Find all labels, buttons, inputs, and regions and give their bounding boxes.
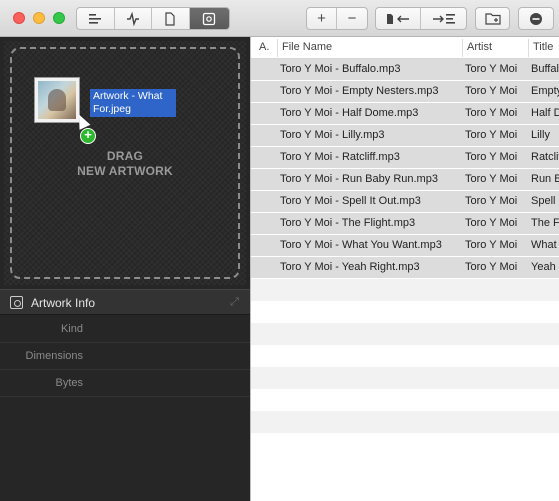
table-row[interactable]: Toro Y Moi - Ratcliff.mp3 Toro Y Moi Ratcl…: [251, 147, 559, 169]
artwork-panel: Artwork - What For.jpeg + DRAG NEW ARTWO…: [0, 37, 250, 501]
cell-file-name: Toro Y Moi - Spell It Out.mp3: [280, 195, 421, 207]
minus-circle-icon: [519, 8, 553, 29]
empty-row: [251, 345, 559, 367]
cell-artist: Toro Y Moi: [465, 129, 518, 141]
empty-row: [251, 389, 559, 411]
empty-row: [251, 279, 559, 301]
cell-artist: Toro Y Moi: [465, 63, 518, 75]
cell-artist: Toro Y Moi: [465, 107, 518, 119]
add-button[interactable]: +: [307, 8, 338, 29]
table-row[interactable]: Toro Y Moi - Buffalo.mp3 Toro Y Moi Buffal…: [251, 59, 559, 81]
drag-line-1: DRAG: [106, 149, 144, 163]
cell-title: Lilly: [531, 129, 550, 141]
table-row[interactable]: Toro Y Moi - Empty Nesters.mp3 Toro Y Moi…: [251, 81, 559, 103]
table-row[interactable]: Toro Y Moi - Spell It Out.mp3 Toro Y Moi S…: [251, 191, 559, 213]
cell-file-name: Toro Y Moi - Buffalo.mp3: [280, 63, 401, 75]
table-header: A. File Name Artist Title: [251, 37, 559, 59]
align-left-icon[interactable]: [77, 8, 115, 29]
cell-title: Run Baby Run: [531, 173, 559, 185]
cell-file-name: Toro Y Moi - The Flight.mp3: [280, 217, 416, 229]
column-separator[interactable]: [528, 39, 529, 57]
file-table: A. File Name Artist Title Toro Y Moi - B…: [250, 37, 559, 501]
cell-file-name: Toro Y Moi - Run Baby Run.mp3: [280, 173, 438, 185]
zoom-window-button[interactable]: [53, 12, 65, 24]
cell-artist: Toro Y Moi: [465, 151, 518, 163]
info-row-bytes: Bytes: [0, 370, 250, 397]
cell-file-name: Toro Y Moi - Yeah Right.mp3: [280, 261, 420, 273]
info-label-dimensions: Dimensions: [25, 350, 83, 362]
add-remove-segmented-control: + −: [306, 7, 368, 30]
cell-title: Ratcliff: [531, 151, 559, 163]
column-header-title[interactable]: Title: [533, 41, 553, 53]
cell-title: Spell It Out: [531, 195, 559, 207]
info-row-kind: Kind: [0, 316, 250, 343]
table-row[interactable]: Toro Y Moi - The Flight.mp3 Toro Y Moi The…: [251, 213, 559, 235]
table-row[interactable]: Toro Y Moi - Run Baby Run.mp3 Toro Y Moi R…: [251, 169, 559, 191]
cell-title: Yeah Right: [531, 261, 559, 273]
export-button[interactable]: [421, 8, 466, 29]
waveform-icon[interactable]: [115, 8, 153, 29]
dragged-file-label: Artwork - What For.jpeg: [90, 89, 176, 117]
empty-row: [251, 367, 559, 389]
close-window-button[interactable]: [13, 12, 25, 24]
table-row[interactable]: Toro Y Moi - What You Want.mp3 Toro Y Moi…: [251, 235, 559, 257]
column-separator[interactable]: [462, 39, 463, 57]
column-separator[interactable]: [277, 39, 278, 57]
cell-file-name: Toro Y Moi - Empty Nesters.mp3: [280, 85, 439, 97]
artwork-info-icon: [10, 296, 23, 309]
info-label-bytes: Bytes: [55, 377, 83, 389]
cell-title: The Flight: [531, 217, 559, 229]
expand-icon[interactable]: ⤢: [230, 296, 242, 308]
info-label-kind: Kind: [60, 323, 83, 335]
table-row[interactable]: Toro Y Moi - Lilly.mp3 Toro Y Moi Lilly: [251, 125, 559, 147]
cell-title: Half Dome: [531, 107, 559, 119]
remove-circle-button[interactable]: [518, 7, 554, 30]
cell-artist: Toro Y Moi: [465, 173, 518, 185]
drag-instruction: DRAG NEW ARTWORK: [4, 149, 246, 179]
artwork-info-title: Artwork Info: [31, 296, 96, 310]
cell-title: Empty Nesters: [531, 85, 559, 97]
column-header-artist[interactable]: Artist: [467, 41, 492, 53]
cell-file-name: Toro Y Moi - Ratcliff.mp3: [280, 151, 400, 163]
empty-row: [251, 301, 559, 323]
cell-title: Buffalo: [531, 63, 559, 75]
artwork-icon[interactable]: [189, 8, 229, 29]
artwork-image: [38, 81, 76, 119]
import-export-segmented-control: [375, 7, 467, 30]
cell-artist: Toro Y Moi: [465, 85, 518, 97]
cell-file-name: Toro Y Moi - What You Want.mp3: [280, 239, 442, 251]
cell-artist: Toro Y Moi: [465, 195, 518, 207]
minimize-window-button[interactable]: [33, 12, 45, 24]
cell-title: What You Want: [531, 239, 559, 251]
artwork-info-header[interactable]: Artwork Info ⤢: [0, 289, 250, 315]
cell-artist: Toro Y Moi: [465, 239, 518, 251]
import-button[interactable]: [376, 8, 422, 29]
cell-file-name: Toro Y Moi - Lilly.mp3: [280, 129, 385, 141]
folder-button[interactable]: [475, 7, 510, 30]
empty-row: [251, 411, 559, 433]
folder-icon: [476, 8, 509, 29]
column-header-file-name[interactable]: File Name: [282, 41, 332, 53]
remove-button[interactable]: −: [337, 8, 367, 29]
drag-line-2: NEW ARTWORK: [77, 164, 173, 178]
copy-plus-badge-icon: +: [80, 128, 96, 144]
table-row[interactable]: Toro Y Moi - Half Dome.mp3 Toro Y Moi Half…: [251, 103, 559, 125]
empty-row: [251, 433, 559, 455]
cell-artist: Toro Y Moi: [465, 217, 518, 229]
document-icon[interactable]: [152, 8, 190, 29]
artwork-drop-zone[interactable]: Artwork - What For.jpeg + DRAG NEW ARTWO…: [4, 41, 246, 285]
view-segmented-control: [76, 7, 230, 30]
cell-artist: Toro Y Moi: [465, 261, 518, 273]
toolbar: + −: [0, 0, 559, 37]
table-row[interactable]: Toro Y Moi - Yeah Right.mp3 Toro Y Moi Yea…: [251, 257, 559, 279]
empty-row: [251, 323, 559, 345]
cell-file-name: Toro Y Moi - Half Dome.mp3: [280, 107, 419, 119]
info-row-dimensions: Dimensions: [0, 343, 250, 370]
column-header-artwork[interactable]: A.: [259, 41, 269, 53]
app-window: + − Artwork - What For.jpeg + DRAG NEW A…: [0, 0, 559, 501]
